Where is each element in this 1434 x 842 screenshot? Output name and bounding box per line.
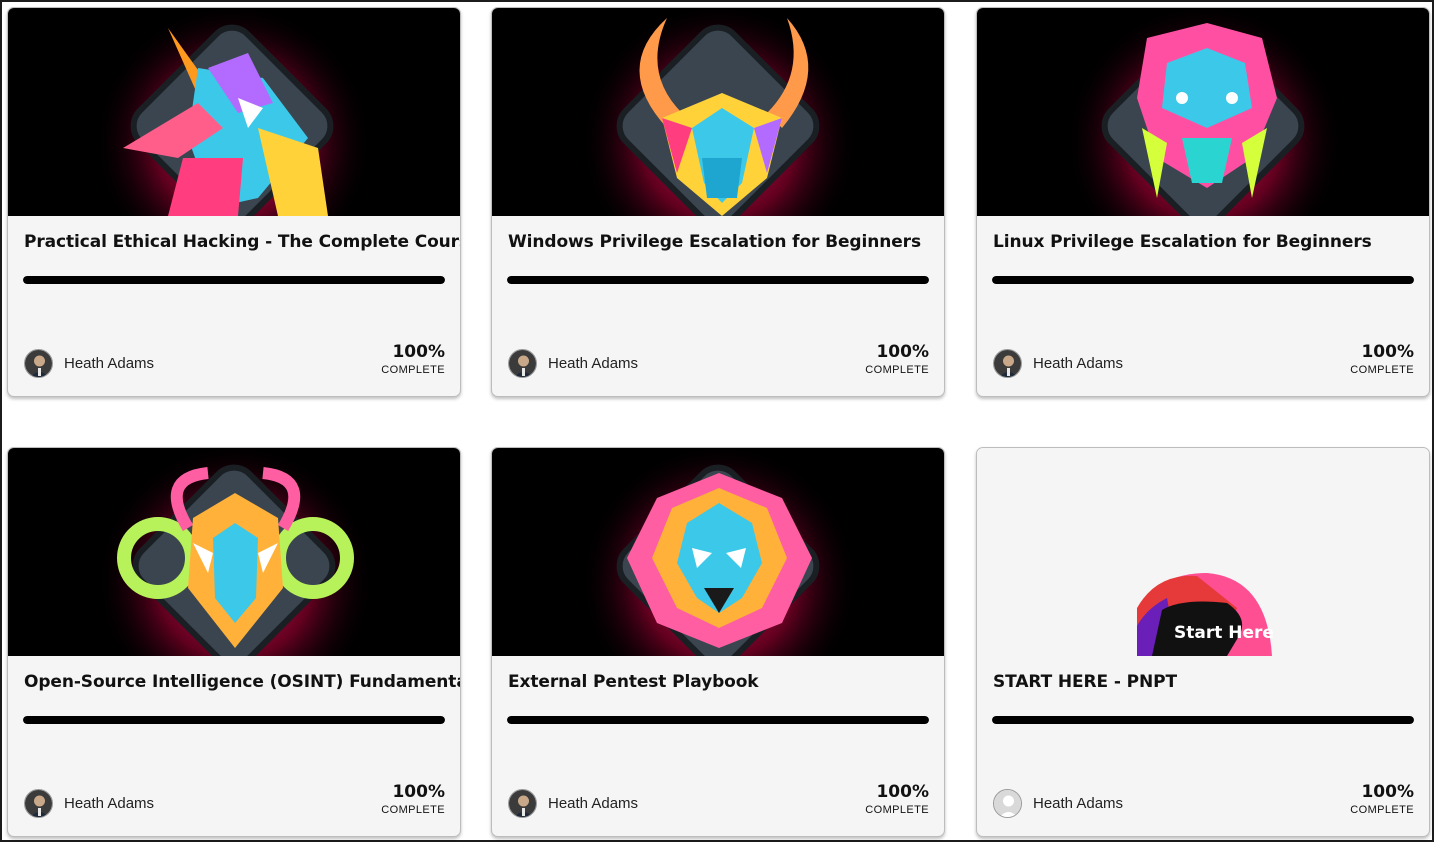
course-grid: Practical Ethical Hacking - The Complete… <box>0 0 1434 842</box>
course-thumbnail[interactable]: Start Here <box>977 448 1429 656</box>
complete-label: COMPLETE <box>381 804 445 816</box>
author-name: Heath Adams <box>64 795 155 812</box>
course-title[interactable]: Linux Privilege Escalation for Beginners <box>993 232 1415 252</box>
completion-status: 100% COMPLETE <box>381 782 445 817</box>
complete-label: COMPLETE <box>381 364 445 376</box>
completion-status: 100% COMPLETE <box>865 782 929 817</box>
course-card[interactable]: Windows Privilege Escalation for Beginne… <box>491 7 945 397</box>
progress-bar <box>992 276 1414 284</box>
complete-label: COMPLETE <box>1350 804 1414 816</box>
course-thumbnail[interactable] <box>977 8 1429 216</box>
lion-mascot-icon <box>579 448 859 656</box>
avatar <box>508 789 537 818</box>
author: Heath Adams <box>993 789 1123 818</box>
course-card[interactable]: Open-Source Intelligence (OSINT) Fundame… <box>7 447 461 837</box>
author-name: Heath Adams <box>64 355 155 372</box>
avatar <box>24 349 53 378</box>
completion-status: 100% COMPLETE <box>865 342 929 377</box>
percent-complete: 100% <box>1361 342 1414 362</box>
avatar <box>508 349 537 378</box>
complete-label: COMPLETE <box>1350 364 1414 376</box>
course-thumbnail[interactable] <box>492 8 944 216</box>
course-thumbnail[interactable] <box>8 8 460 216</box>
course-card[interactable]: Start Here START HERE - PNPT Heath Adams… <box>976 447 1430 837</box>
boar-mascot-icon <box>1064 8 1344 216</box>
course-thumbnail[interactable] <box>8 448 460 656</box>
avatar <box>24 789 53 818</box>
percent-complete: 100% <box>876 342 929 362</box>
ram-mascot-icon <box>95 448 375 656</box>
jackal-mascot-icon <box>93 8 373 216</box>
complete-label: COMPLETE <box>865 364 929 376</box>
progress-bar <box>507 276 929 284</box>
bull-mascot-icon <box>579 8 859 216</box>
author-name: Heath Adams <box>1033 355 1124 372</box>
avatar <box>993 349 1022 378</box>
author: Heath Adams <box>508 349 638 378</box>
author: Heath Adams <box>24 349 154 378</box>
avatar-placeholder <box>993 789 1022 818</box>
completion-status: 100% COMPLETE <box>1350 782 1414 817</box>
progress-bar <box>23 716 445 724</box>
percent-complete: 100% <box>392 782 445 802</box>
author-name: Heath Adams <box>1033 795 1124 812</box>
course-title[interactable]: Practical Ethical Hacking - The Complete… <box>24 232 460 252</box>
course-title[interactable]: External Pentest Playbook <box>508 672 930 692</box>
author: Heath Adams <box>993 349 1123 378</box>
course-card[interactable]: External Pentest Playbook Heath Adams 10… <box>491 447 945 837</box>
course-title[interactable]: Open-Source Intelligence (OSINT) Fundame… <box>24 672 460 692</box>
course-card[interactable]: Linux Privilege Escalation for Beginners… <box>976 7 1430 397</box>
progress-bar <box>992 716 1414 724</box>
start-here-badge-icon: Start Here <box>1137 573 1274 656</box>
author: Heath Adams <box>24 789 154 818</box>
completion-status: 100% COMPLETE <box>1350 342 1414 377</box>
complete-label: COMPLETE <box>865 804 929 816</box>
percent-complete: 100% <box>392 342 445 362</box>
author: Heath Adams <box>508 789 638 818</box>
course-thumbnail[interactable] <box>492 448 944 656</box>
percent-complete: 100% <box>876 782 929 802</box>
progress-bar <box>23 276 445 284</box>
course-card[interactable]: Practical Ethical Hacking - The Complete… <box>7 7 461 397</box>
progress-bar <box>507 716 929 724</box>
author-name: Heath Adams <box>548 795 639 812</box>
author-name: Heath Adams <box>548 355 639 372</box>
start-here-text: Start Here <box>1174 623 1274 643</box>
percent-complete: 100% <box>1361 782 1414 802</box>
course-title[interactable]: Windows Privilege Escalation for Beginne… <box>508 232 930 252</box>
course-title[interactable]: START HERE - PNPT <box>993 672 1415 692</box>
completion-status: 100% COMPLETE <box>381 342 445 377</box>
